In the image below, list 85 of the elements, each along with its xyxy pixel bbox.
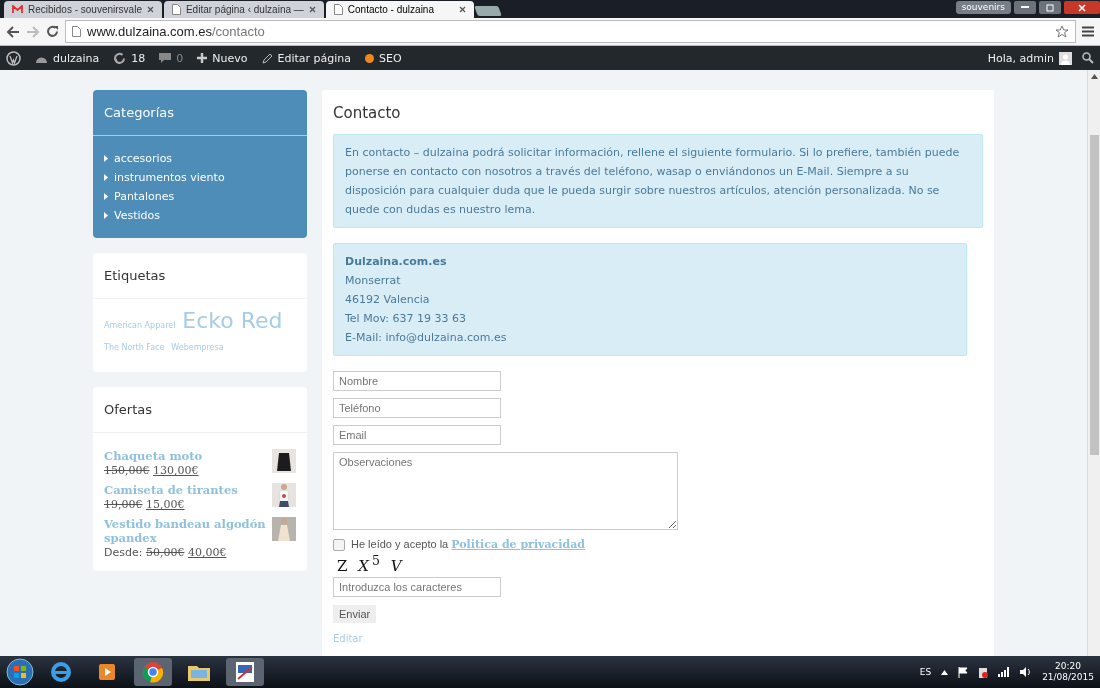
site-menu[interactable]: dulzaina — [35, 51, 100, 65]
address-line: Tel Mov: 637 19 33 63 — [345, 311, 467, 327]
minimize-icon — [1021, 6, 1029, 9]
category-link[interactable]: Vestidos — [104, 209, 296, 222]
start-button[interactable] — [6, 658, 34, 686]
close-window-button[interactable] — [1064, 1, 1100, 14]
product-price: 19,00€ 15,00€ — [104, 498, 185, 511]
browser-tab[interactable]: Contacto - dulzaina — [325, 1, 474, 18]
reload-icon[interactable] — [46, 25, 59, 38]
signal-icon[interactable] — [998, 667, 1011, 677]
browser-tab[interactable]: Editar página ‹ dulzaina — — [163, 1, 324, 18]
chrome-icon — [142, 661, 164, 683]
page-icon — [72, 26, 81, 37]
message-field[interactable]: Observaciones — [333, 452, 678, 530]
triangle-icon — [104, 174, 108, 181]
flag-icon[interactable] — [958, 666, 969, 678]
new-menu[interactable]: Nuevo — [197, 51, 248, 65]
intro-notice: En contacto – dulzaina podrá solicitar información, rellene el siguiente formulario. Si lo prefiere, también puede ponerse en contacto con nosotros a través del teléfono, wasap o enviándonos un E-Mail. Siempre a su disposición para cualquier duda que le pueda surgir sobre nuestros artículos, atención personalizada. No se quede con dudas es nuestro lema. — [333, 134, 983, 228]
restore-button[interactable] — [1039, 1, 1061, 14]
widget-title: Etiquetas — [93, 253, 307, 299]
paint-app-icon — [235, 661, 255, 683]
address-line: 46192 Valencia — [345, 292, 431, 308]
power-icon[interactable] — [978, 666, 989, 678]
clock[interactable]: 20:20 21/08/2015 — [1042, 661, 1094, 683]
profile-button[interactable]: souvenirs — [955, 1, 1011, 14]
address-line: E-Mail: info@dulzaina.com.es — [345, 330, 508, 346]
top-thumbnail — [272, 483, 296, 507]
mail-icon — [12, 5, 23, 14]
company-name: Dulzaina.com.es — [345, 254, 448, 270]
jacket-thumbnail — [272, 449, 296, 473]
address-bar[interactable]: www.dulzaina.com.es/contacto — [65, 20, 1076, 43]
triangle-icon — [104, 155, 108, 162]
search-icon[interactable] — [1082, 52, 1094, 64]
input-field[interactable]: Nombre — [333, 371, 501, 391]
close-icon — [1078, 3, 1086, 12]
seo-menu[interactable]: SEO — [365, 51, 402, 65]
product-price: 150,00€ 130,00€ — [104, 464, 199, 477]
captcha-field[interactable]: Introduzca los caracteres — [333, 577, 501, 597]
widget-title: Categorías — [93, 90, 307, 136]
address-line: Monserrat — [345, 273, 402, 289]
page-title: Contacto — [333, 104, 401, 122]
updates-menu[interactable]: 18 — [113, 51, 146, 65]
triangle-icon — [104, 212, 108, 219]
close-icon[interactable] — [308, 6, 316, 13]
consent-text: He leído y acepto la Politica de privacidad — [351, 538, 585, 551]
tray-arrow-icon[interactable] — [941, 669, 949, 675]
edit-page-link[interactable]: Editar página — [261, 51, 352, 65]
dress-thumbnail — [272, 517, 296, 541]
widget-title: Ofertas — [93, 387, 307, 433]
category-link[interactable]: accesorios — [104, 152, 296, 165]
category-link[interactable]: Pantalones — [104, 190, 296, 203]
taskbar-app[interactable] — [226, 658, 264, 686]
close-icon[interactable] — [146, 6, 154, 13]
avatar-icon — [1059, 51, 1072, 65]
product-price: Desde: 50,00€ 40,00€ — [104, 546, 227, 559]
page-icon — [171, 4, 181, 15]
triangle-icon — [104, 193, 108, 200]
speaker-icon[interactable] — [1020, 667, 1033, 677]
new-tab-button[interactable] — [474, 6, 502, 16]
browser-e-icon — [50, 661, 72, 683]
media-player-icon — [97, 662, 117, 682]
comment-icon — [159, 52, 172, 64]
wordpress-logo-icon[interactable] — [6, 50, 21, 66]
restore-icon — [1046, 3, 1054, 12]
browser-tab[interactable]: Recibidos - souvenirsvale — [4, 1, 162, 18]
language-indicator[interactable]: ES — [919, 667, 932, 677]
minimize-button[interactable] — [1014, 1, 1036, 14]
pencil-icon — [261, 52, 273, 64]
page-icon — [333, 4, 343, 15]
close-icon[interactable] — [458, 6, 466, 13]
captcha-image: Z X$^{5}$ V — [337, 553, 405, 575]
back-icon[interactable] — [6, 25, 20, 38]
comments-menu[interactable]: 0 — [159, 51, 184, 65]
category-link[interactable]: instrumentos viento — [104, 171, 296, 184]
star-icon[interactable] — [1055, 24, 1069, 39]
menu-icon[interactable] — [1082, 26, 1094, 37]
up-arrow-icon[interactable] — [1090, 74, 1098, 79]
account-menu[interactable]: Hola, admin — [987, 51, 1072, 65]
plus-icon — [197, 53, 208, 63]
input-field[interactable]: Teléfono — [333, 398, 501, 418]
submit-button[interactable]: Enviar — [333, 605, 377, 623]
refresh-icon — [113, 51, 127, 65]
status-dot-icon — [365, 53, 375, 63]
consent-checkbox[interactable] — [333, 538, 345, 551]
input-field[interactable]: Email — [333, 425, 501, 445]
